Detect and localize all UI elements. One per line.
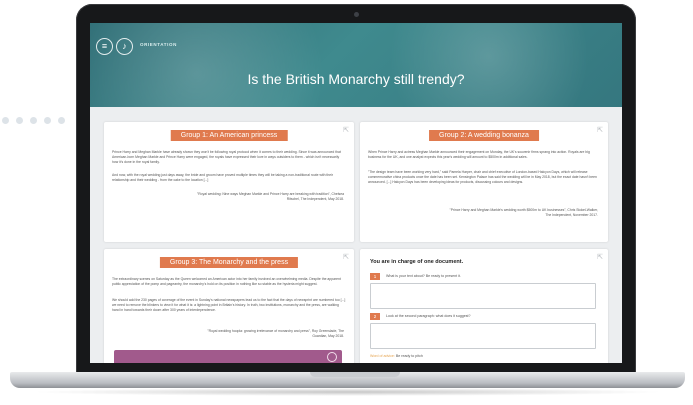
answer-field-2[interactable]: [370, 323, 596, 349]
expand-icon[interactable]: ⇱: [597, 253, 603, 261]
task-card: ⇱ You are in charge of one document. 1 W…: [360, 249, 608, 363]
question-text: Look at the second paragraph: what does …: [386, 314, 471, 318]
camera-icon: [354, 12, 359, 17]
question-text: What is your text about? Be ready to pre…: [386, 274, 461, 278]
question-number: 1: [370, 273, 380, 280]
group2-source: "Prince Harry and Meghan Markle's weddin…: [449, 208, 598, 217]
group2-paragraph: "The design team have been working very …: [368, 170, 597, 185]
group1-paragraph: And now, with the royal wedding just day…: [112, 173, 334, 183]
group1-source: "Royal wedding: Nine ways Meghan Markle …: [197, 192, 344, 201]
expand-icon[interactable]: ⇱: [343, 253, 349, 261]
group2-paragraph: When Prince Harry and actress Meghan Mar…: [368, 150, 590, 160]
question-number: 2: [370, 313, 380, 320]
laptop-bezel: ≡ ♪ ORIENTATION Is the British Monarchy …: [76, 4, 636, 374]
group1-paragraph: Prince Harry and Meghan Markle have alre…: [112, 150, 341, 165]
footer-text: Be ready to pitch: [394, 354, 423, 358]
task-title: You are in charge of one document.: [370, 259, 464, 265]
answer-field-1[interactable]: [370, 283, 596, 309]
group1-card: ⇱ Group 1: An American princess Prince H…: [104, 122, 354, 242]
group3-source: "Royal wedding hoopla: growing irrelevan…: [207, 329, 344, 338]
menu-icon[interactable]: ≡: [96, 38, 113, 55]
group2-card: ⇱ Group 2: A wedding bonanza When Prince…: [360, 122, 608, 242]
laptop-base: [10, 372, 685, 388]
decorative-dots: [2, 117, 65, 124]
group1-label: Group 1: An American princess: [170, 130, 288, 141]
circle-icon[interactable]: [327, 352, 337, 362]
group3-paragraph: The extraordinary scenes on Saturday as …: [112, 277, 341, 287]
task-footer: Word of advice: Be ready to pitch: [370, 354, 423, 358]
group3-paragraph: We should add the 230 pages of coverage …: [112, 298, 346, 313]
page-header: ≡ ♪ ORIENTATION Is the British Monarchy …: [90, 23, 622, 107]
group2-label: Group 2: A wedding bonanza: [429, 130, 539, 141]
expand-icon[interactable]: ⇱: [343, 126, 349, 134]
footer-highlight: Word of advice:: [370, 354, 395, 358]
group4-card-header[interactable]: [114, 350, 342, 363]
expand-icon[interactable]: ⇱: [597, 126, 603, 134]
screen: ≡ ♪ ORIENTATION Is the British Monarchy …: [90, 23, 622, 363]
page-title: Is the British Monarchy still trendy?: [247, 71, 465, 87]
brand-label: ORIENTATION: [140, 42, 177, 47]
group3-card: ⇱ Group 3: The Monarchy and the press Th…: [104, 249, 354, 363]
group3-label: Group 3: The Monarchy and the press: [159, 257, 299, 268]
music-icon[interactable]: ♪: [116, 38, 133, 55]
base-shadow: [30, 388, 665, 396]
